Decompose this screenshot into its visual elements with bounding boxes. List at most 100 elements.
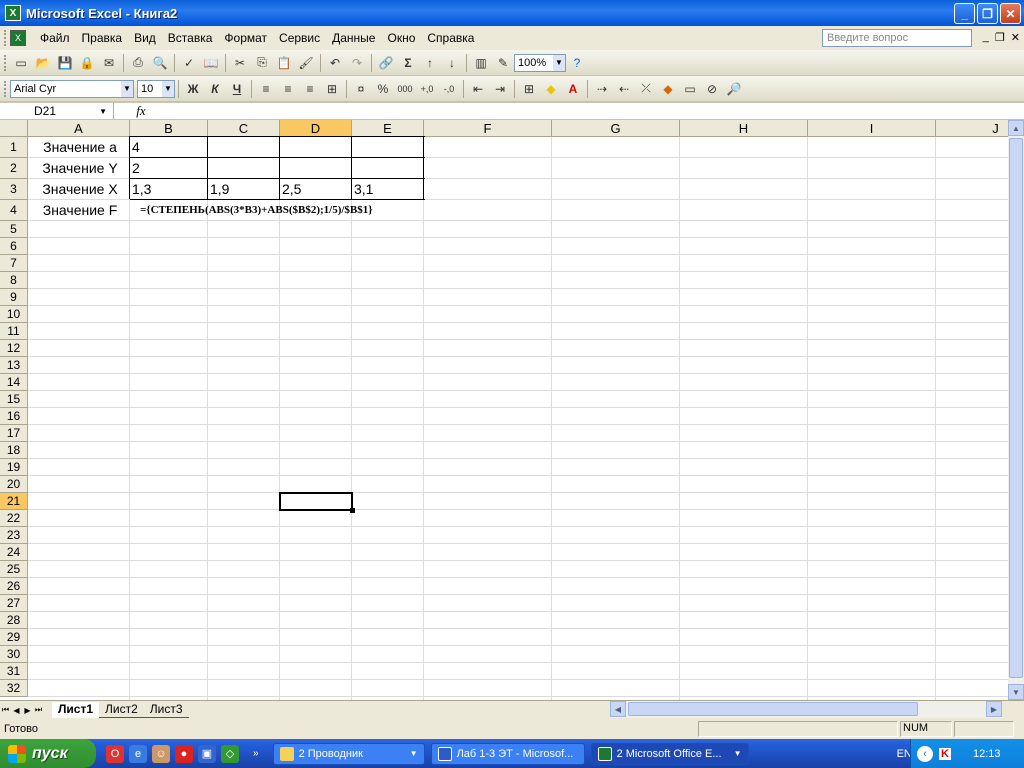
menu-insert[interactable]: Вставка <box>162 31 219 45</box>
scroll-left-icon[interactable]: ◀ <box>610 701 626 717</box>
worksheet-grid[interactable]: ABCDEFGHIJ 1 2 3 4 5 6 7 8 9 10 11 12 13 14 15 16 17 18 19… <box>0 120 1008 700</box>
drawing-icon[interactable]: ✎ <box>492 52 514 74</box>
sort-ascending-icon[interactable]: ↑ <box>419 52 441 74</box>
doc-restore-button[interactable]: ❐ <box>995 31 1005 44</box>
column-header-d[interactable]: D <box>280 120 352 137</box>
cell-a3[interactable]: Значение X <box>28 179 130 200</box>
toolbar-grip[interactable] <box>4 30 7 46</box>
quicklaunch-people-icon[interactable]: ☺ <box>152 744 170 763</box>
restore-button[interactable]: ❐ <box>977 3 998 24</box>
cell-b3[interactable]: 1,3 <box>130 179 208 200</box>
cut-icon[interactable]: ✂ <box>229 52 251 74</box>
hyperlink-icon[interactable]: 🔗 <box>375 52 397 74</box>
row-header-18[interactable]: 18 <box>0 442 28 459</box>
sheet-tab-1[interactable]: Лист1 <box>52 702 100 718</box>
row-header-14[interactable]: 14 <box>0 374 28 391</box>
row-header-28[interactable]: 28 <box>0 612 28 629</box>
horizontal-scrollbar[interactable]: ◀ ▶ <box>610 701 1002 718</box>
horizontal-scroll-thumb[interactable] <box>628 702 918 716</box>
row-header-29[interactable]: 29 <box>0 629 28 646</box>
font-color-icon[interactable]: A <box>562 78 584 100</box>
cell-b1[interactable]: 4 <box>130 137 208 158</box>
row-header-11[interactable]: 11 <box>0 323 28 340</box>
row-header-19[interactable]: 19 <box>0 459 28 476</box>
chevron-down-icon[interactable]: ▼ <box>553 54 565 71</box>
row-header-4[interactable]: 4 <box>0 200 28 221</box>
italic-button[interactable]: К <box>204 78 226 100</box>
column-header-g[interactable]: G <box>552 120 680 137</box>
cell-b4[interactable]: ={СТЕПЕНЬ(ABS(3*B3)+ABS($B$2);1/5)/$B$1} <box>130 200 430 221</box>
cell-a4[interactable]: Значение F <box>28 200 130 221</box>
paste-icon[interactable]: 📋 <box>273 52 295 74</box>
menu-help[interactable]: Справка <box>421 31 480 45</box>
chevron-down-icon[interactable]: ▼ <box>121 80 133 97</box>
row-header-5[interactable]: 5 <box>0 221 28 238</box>
cell-e3[interactable]: 3,1 <box>352 179 424 200</box>
row-header-10[interactable]: 10 <box>0 306 28 323</box>
evaluate-formula-icon[interactable]: 🔎 <box>723 78 745 100</box>
menu-data[interactable]: Данные <box>326 31 381 45</box>
column-header-c[interactable]: C <box>208 120 280 137</box>
column-header-e[interactable]: E <box>352 120 424 137</box>
quicklaunch-save-icon[interactable]: ▣ <box>198 744 216 763</box>
name-box[interactable]: D21 ▼ <box>0 103 114 119</box>
minimize-button[interactable]: _ <box>954 3 975 24</box>
quicklaunch-opera-icon[interactable]: O <box>106 744 124 763</box>
task-word[interactable]: Лаб 1-3 ЭТ - Microsof... <box>430 742 585 765</box>
scroll-right-icon[interactable]: ▶ <box>986 701 1002 717</box>
chevron-down-icon[interactable]: ▼ <box>99 107 107 116</box>
increase-indent-icon[interactable]: ⇥ <box>489 78 511 100</box>
permission-icon[interactable]: 🔒 <box>76 52 98 74</box>
format-painter-icon[interactable]: 🖌 <box>295 52 317 74</box>
insert-function-icon[interactable]: fx <box>114 103 168 119</box>
formula-input[interactable] <box>168 103 1024 119</box>
cell-c3[interactable]: 1,9 <box>208 179 280 200</box>
last-sheet-icon[interactable]: ⏭ <box>33 705 44 715</box>
remove-arrows-icon[interactable]: ⤫ <box>635 78 657 100</box>
fill-handle[interactable] <box>350 508 355 513</box>
prev-sheet-icon[interactable]: ◀ <box>11 706 22 715</box>
cell-a1[interactable]: Значение а <box>28 137 130 158</box>
research-icon[interactable]: 📖 <box>200 52 222 74</box>
save-icon[interactable]: 💾 <box>54 52 76 74</box>
ask-question-input[interactable]: Введите вопрос <box>822 29 972 47</box>
task-excel[interactable]: 2 Microsoft Office E... ▼ <box>590 742 749 765</box>
font-select[interactable]: Arial Cyr ▼ <box>10 79 134 98</box>
row-header-8[interactable]: 8 <box>0 272 28 289</box>
print-icon[interactable]: ⎙ <box>127 52 149 74</box>
currency-icon[interactable]: ¤ <box>350 78 372 100</box>
redo-icon[interactable]: ↷ <box>346 52 368 74</box>
undo-icon[interactable]: ↶ <box>324 52 346 74</box>
cell-b2[interactable]: 2 <box>130 158 208 179</box>
borders-icon[interactable]: ⊞ <box>518 78 540 100</box>
start-button[interactable]: пуск <box>0 739 96 768</box>
print-preview-icon[interactable]: 🔍 <box>149 52 171 74</box>
new-comment-icon[interactable]: ▭ <box>679 78 701 100</box>
next-sheet-icon[interactable]: ▶ <box>22 706 33 715</box>
row-header-24[interactable]: 24 <box>0 544 28 561</box>
align-right-icon[interactable]: ≡ <box>299 78 321 100</box>
select-all-corner[interactable] <box>0 120 28 137</box>
menu-tools[interactable]: Сервис <box>273 31 326 45</box>
quicklaunch-network-icon[interactable]: ◇ <box>221 744 239 763</box>
row-header-20[interactable]: 20 <box>0 476 28 493</box>
column-header-h[interactable]: H <box>680 120 808 137</box>
menu-window[interactable]: Окно <box>381 31 421 45</box>
scroll-up-icon[interactable]: ▲ <box>1008 120 1024 136</box>
clock[interactable]: 12:13 <box>973 748 1001 760</box>
quicklaunch-media-icon[interactable]: ● <box>175 744 193 763</box>
underline-button[interactable]: Ч <box>226 78 248 100</box>
trace-precedents-icon[interactable]: ⇢ <box>591 78 613 100</box>
menu-edit[interactable]: Правка <box>76 31 129 45</box>
scroll-down-icon[interactable]: ▼ <box>1008 684 1024 700</box>
doc-minimize-button[interactable]: _ <box>983 31 989 44</box>
copy-icon[interactable]: ⎘ <box>251 52 273 74</box>
excel-app-icon[interactable]: X <box>5 5 21 21</box>
spelling-icon[interactable]: ✓ <box>178 52 200 74</box>
bold-button[interactable]: Ж <box>182 78 204 100</box>
zoom-select[interactable]: 100% ▼ <box>514 53 566 72</box>
row-header-25[interactable]: 25 <box>0 561 28 578</box>
increase-decimal-icon[interactable]: +,0 <box>416 78 438 100</box>
open-icon[interactable]: 📂 <box>32 52 54 74</box>
cell-a2[interactable]: Значение Y <box>28 158 130 179</box>
